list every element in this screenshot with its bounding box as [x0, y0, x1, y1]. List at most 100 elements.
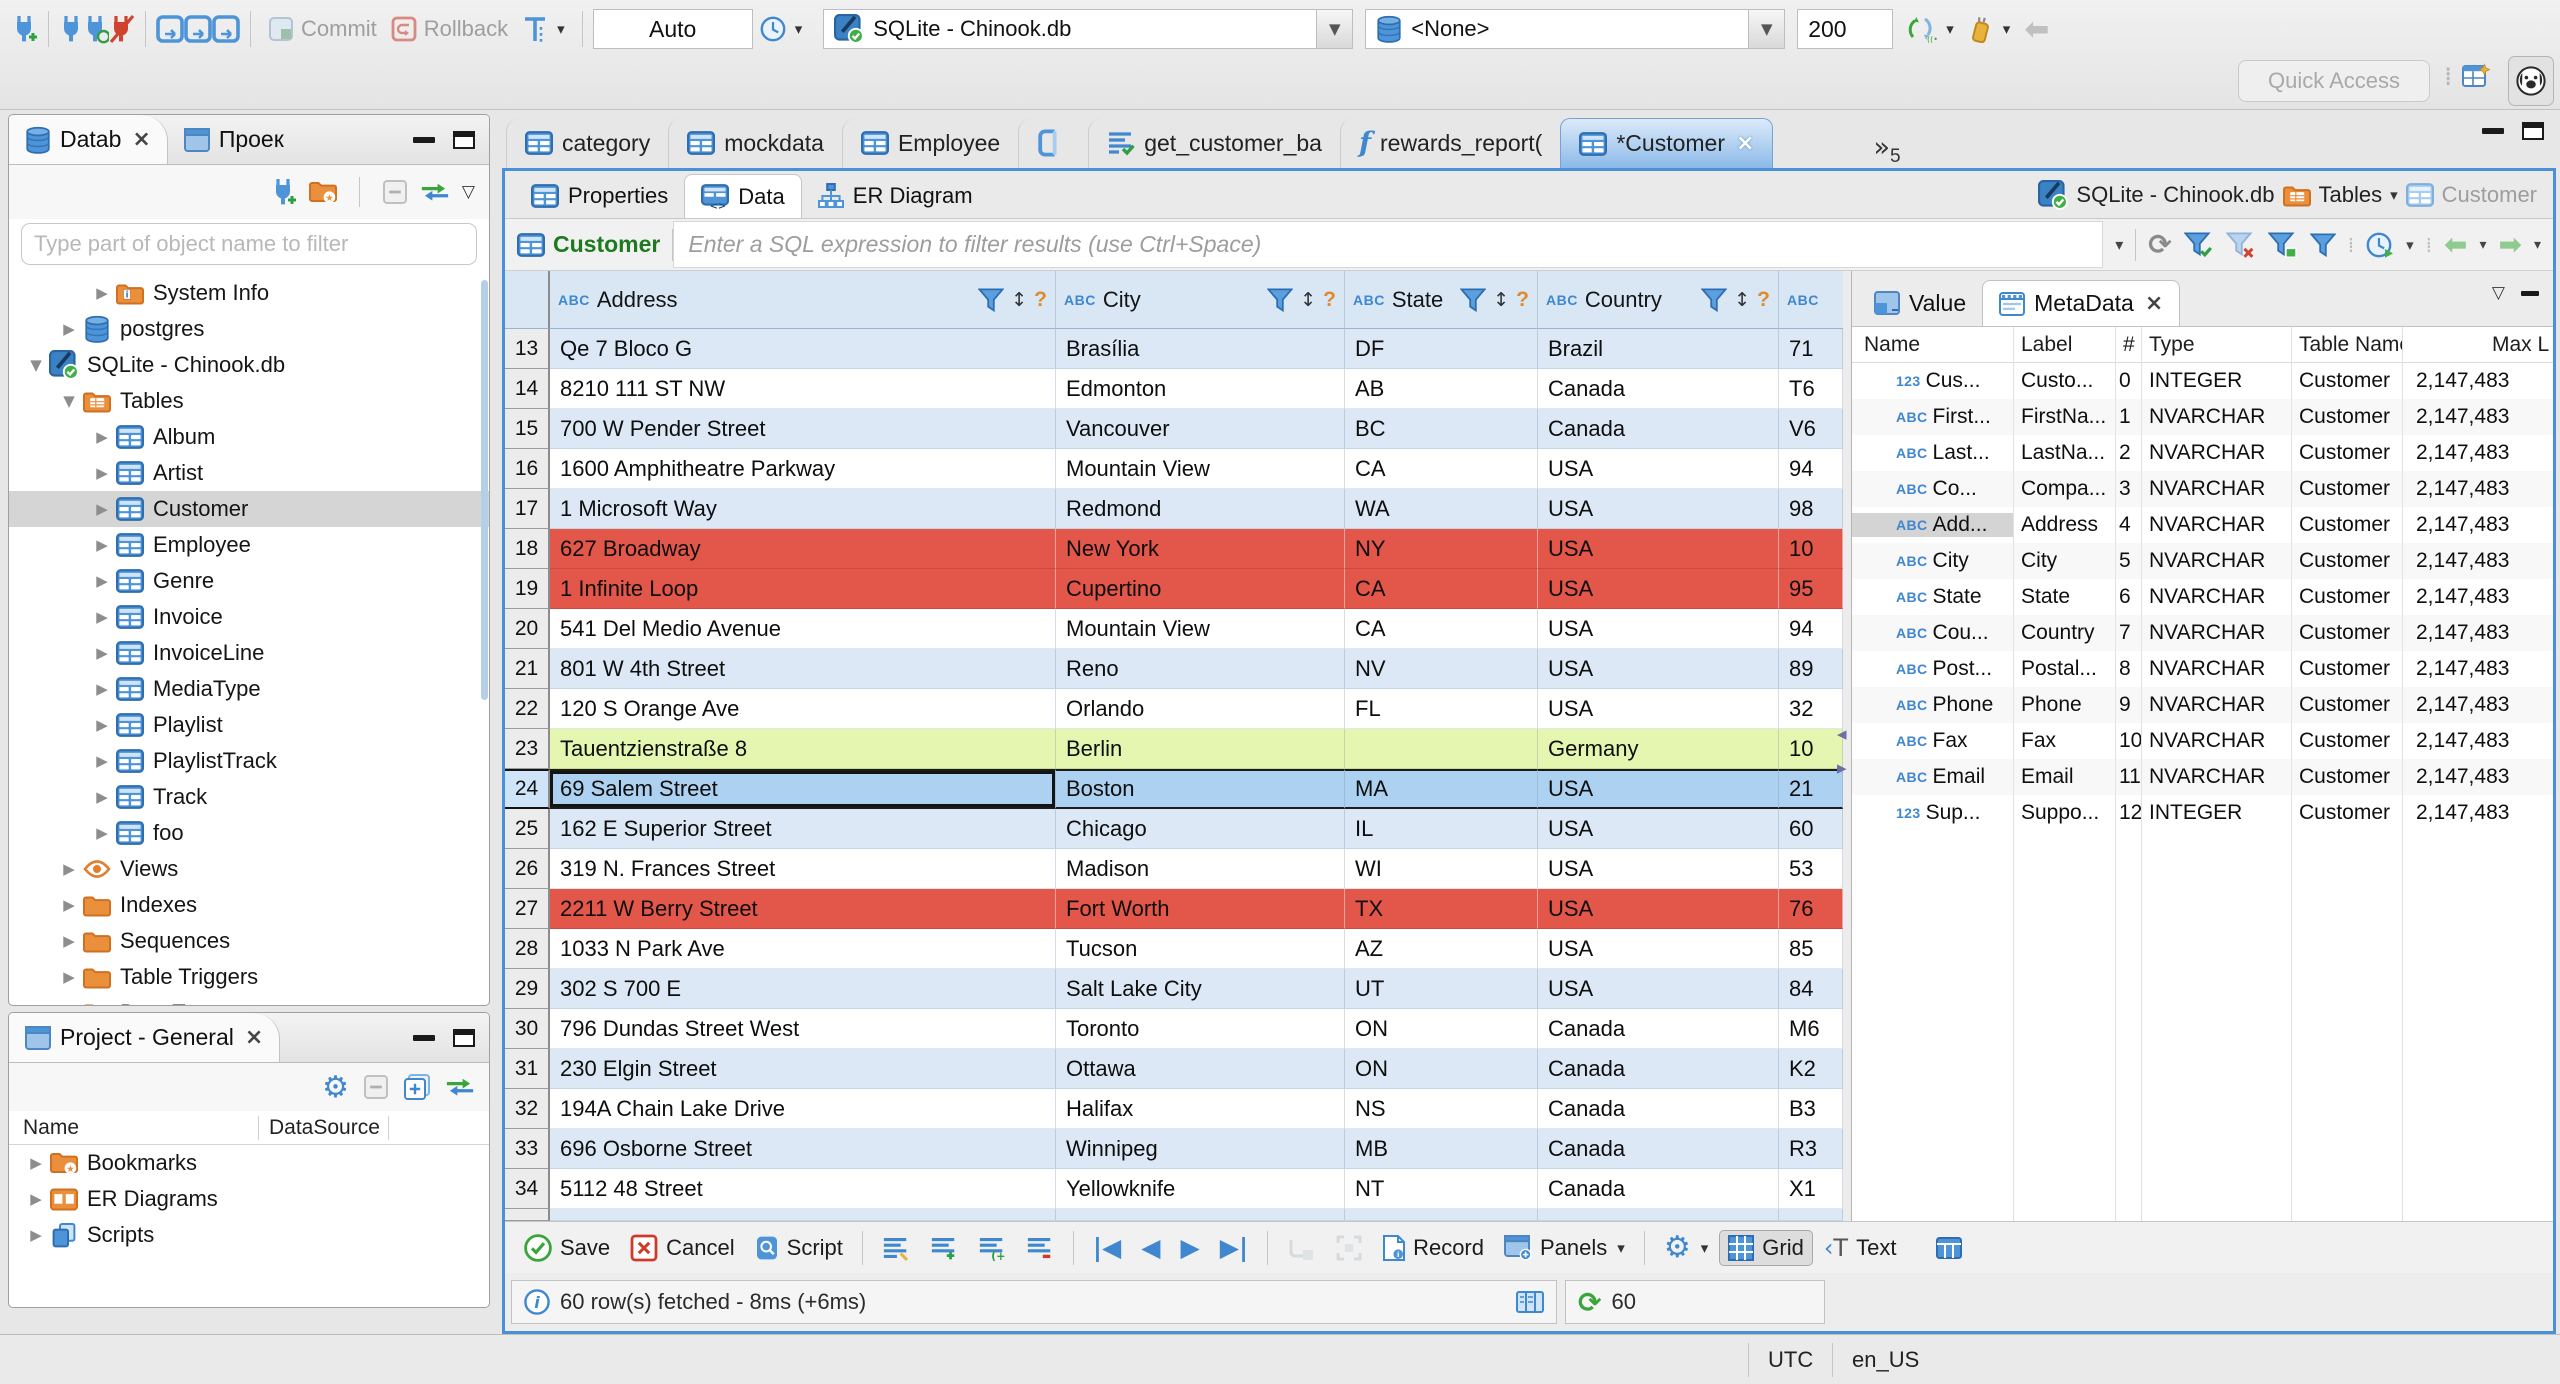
- grid-cell[interactable]: Halifax: [1056, 1089, 1345, 1129]
- table-row[interactable]: 27 2211 W Berry Street Fort Worth TX USA 76: [505, 889, 1843, 929]
- perspective-icon[interactable]: [2462, 62, 2490, 88]
- grid-cell[interactable]: Canada: [1538, 369, 1779, 409]
- metadata-name-cell[interactable]: ABC Fax: [1852, 729, 2013, 753]
- sort-icon[interactable]: ↕: [1011, 289, 1027, 311]
- sql-filter-input[interactable]: Enter a SQL expression to filter results…: [673, 221, 2104, 268]
- fetch-next-icon[interactable]: ➡: [2499, 228, 2522, 261]
- grid-cell[interactable]: IL: [1345, 809, 1538, 849]
- grid-cell[interactable]: USA: [1538, 929, 1779, 969]
- grid-cell[interactable]: 162 E Superior Street: [550, 809, 1056, 849]
- grid-mode-button[interactable]: Grid: [1719, 1229, 1813, 1266]
- tree-item-sqlite-chinook-db[interactable]: ▼ SQLite - Chinook.db: [9, 347, 489, 383]
- commit-button[interactable]: Commit: [268, 16, 377, 42]
- grid-cell[interactable]: USA: [1538, 809, 1779, 849]
- metadata-maxlength-cell[interactable]: 2,147,483: [2402, 585, 2552, 609]
- gear-icon[interactable]: ⚙: [322, 1070, 349, 1105]
- grid-cell[interactable]: Brasília: [1056, 329, 1345, 369]
- grid-cell[interactable]: Fort Worth: [1056, 889, 1345, 929]
- chevron-right-icon[interactable]: ▶: [91, 680, 113, 698]
- grid-cell[interactable]: Berlin: [1056, 729, 1345, 769]
- minimize-icon[interactable]: [2521, 290, 2539, 296]
- metadata-label-cell[interactable]: LastNa...: [2013, 441, 2115, 465]
- text-mode-button[interactable]: ‹T Text: [1815, 1229, 1906, 1267]
- chevron-right-icon[interactable]: ▶: [25, 1154, 47, 1172]
- tree-item-postgres[interactable]: ▶ postgres: [9, 311, 489, 347]
- remove-filter-icon[interactable]: [2225, 232, 2256, 258]
- grid-cell[interactable]: 700 W Pender Street: [550, 409, 1056, 449]
- chevron-right-icon[interactable]: ▶: [91, 464, 113, 482]
- column-header-country[interactable]: ABC Country ↕?: [1538, 271, 1779, 329]
- grid-cell[interactable]: USA: [1538, 489, 1779, 529]
- row-number[interactable]: 26: [505, 849, 550, 889]
- table-row[interactable]: 15 700 W Pender Street Vancouver BC Canada V6: [505, 409, 1843, 449]
- sort-icon[interactable]: ↕: [1734, 289, 1750, 311]
- tree-item-data-types[interactable]: ▶ Data Types: [9, 995, 489, 1005]
- combo-dropdown-button[interactable]: ▼: [1316, 10, 1353, 48]
- sort-icon[interactable]: ↕: [1493, 289, 1509, 311]
- grid-cell[interactable]: Salt Lake City: [1056, 969, 1345, 1009]
- metadata-row[interactable]: ABC Fax Fax 10 NVARCHAR Customer 2,147,483: [1852, 723, 2553, 759]
- grid-cell[interactable]: 95: [1779, 569, 1843, 609]
- grid-cell[interactable]: 84: [1779, 969, 1843, 1009]
- metadata-maxlength-cell[interactable]: 2,147,483: [2402, 477, 2552, 501]
- grid-cell[interactable]: 120 S Orange Ave: [550, 689, 1056, 729]
- column-help-icon[interactable]: ?: [1034, 288, 1047, 312]
- chevron-down-icon[interactable]: ▼: [25, 356, 47, 374]
- tree-item-foo[interactable]: ▶ foo: [9, 815, 489, 851]
- grid-cell[interactable]: 696 Osborne Street: [550, 1129, 1056, 1169]
- filter-funnel-icon[interactable]: [1460, 288, 1487, 312]
- grid-cell[interactable]: MA: [1345, 769, 1538, 809]
- grid-cell[interactable]: 76: [1779, 889, 1843, 929]
- metadata-column-header[interactable]: Name: [1852, 333, 2013, 357]
- metadata-row[interactable]: ABC Add... Address 4 NVARCHAR Customer 2,147,4…: [1852, 507, 2553, 543]
- grid-cell[interactable]: USA: [1538, 849, 1779, 889]
- metadata-maxlength-cell[interactable]: 2,147,483: [2402, 621, 2552, 645]
- table-row[interactable]: 19 1 Infinite Loop Cupertino CA USA 95: [505, 569, 1843, 609]
- grid-cell[interactable]: Reno: [1056, 649, 1345, 689]
- grid-cell[interactable]: USA: [1538, 969, 1779, 1009]
- editor-tab-get-customer-ba[interactable]: get_customer_ba: [1088, 118, 1340, 168]
- table-row[interactable]: 32 194A Chain Lake Drive Halifax NS Canada B3: [505, 1089, 1843, 1129]
- grid-cell[interactable]: Cupertino: [1056, 569, 1345, 609]
- metadata-label-cell[interactable]: City: [2013, 549, 2115, 573]
- new-connection-icon[interactable]: [271, 177, 297, 207]
- metadata-label-cell[interactable]: Fax: [2013, 729, 2115, 753]
- grid-cell[interactable]: Tucson: [1056, 929, 1345, 969]
- metadata-maxlength-cell[interactable]: 2,147,483: [2402, 369, 2552, 393]
- fetch-previous-icon[interactable]: ⬅: [2444, 228, 2467, 261]
- column-header-datasource[interactable]: DataSource: [259, 1115, 389, 1140]
- metadata-table-cell[interactable]: Customer: [2291, 441, 2402, 465]
- table-row[interactable]: 24 69 Salem Street Boston MA USA 21: [505, 769, 1843, 809]
- grid-cell[interactable]: AB: [1345, 369, 1538, 409]
- tab-project-general[interactable]: Project - General ×: [9, 1013, 281, 1062]
- column-header-partial[interactable]: ABC: [1779, 271, 1843, 329]
- grid-cell[interactable]: CA: [1345, 569, 1538, 609]
- row-number[interactable]: 32: [505, 1089, 550, 1129]
- chevron-right-icon[interactable]: ▶: [58, 860, 80, 878]
- metadata-table-cell[interactable]: Customer: [2291, 765, 2402, 789]
- row-number[interactable]: 33: [505, 1129, 550, 1169]
- metadata-table-cell[interactable]: Customer: [2291, 801, 2402, 825]
- row-number[interactable]: 25: [505, 809, 550, 849]
- row-number[interactable]: 13: [505, 329, 550, 369]
- grid-cell[interactable]: 541 Del Medio Avenue: [550, 609, 1056, 649]
- grid-cell[interactable]: ON: [1345, 1049, 1538, 1089]
- row-number[interactable]: 34: [505, 1169, 550, 1209]
- grid-cell[interactable]: Chicago: [1056, 809, 1345, 849]
- previous-row-button[interactable]: ◀: [1132, 1228, 1169, 1267]
- chevron-right-icon[interactable]: ▶: [91, 572, 113, 590]
- grid-cell[interactable]: NT: [1345, 1169, 1538, 1209]
- project-item-bookmarks[interactable]: ▶ ★ Bookmarks: [9, 1145, 489, 1181]
- grid-cell[interactable]: DF: [1345, 329, 1538, 369]
- connect-icon[interactable]: [59, 14, 83, 44]
- grid-cell[interactable]: TX: [1345, 889, 1538, 929]
- metadata-ordinal-cell[interactable]: 10: [2115, 729, 2141, 753]
- panel-splitter[interactable]: ◂ ▸: [1837, 271, 1851, 1221]
- grid-cell[interactable]: USA: [1538, 769, 1779, 809]
- grid-cell[interactable]: Qe 7 Bloco G: [550, 329, 1056, 369]
- metadata-ordinal-cell[interactable]: 9: [2115, 693, 2141, 717]
- metadata-row[interactable]: ABC Cou... Country 7 NVARCHAR Customer 2,147,4…: [1852, 615, 2553, 651]
- row-number[interactable]: 19: [505, 569, 550, 609]
- metadata-table-cell[interactable]: Customer: [2291, 693, 2402, 717]
- row-number[interactable]: 15: [505, 409, 550, 449]
